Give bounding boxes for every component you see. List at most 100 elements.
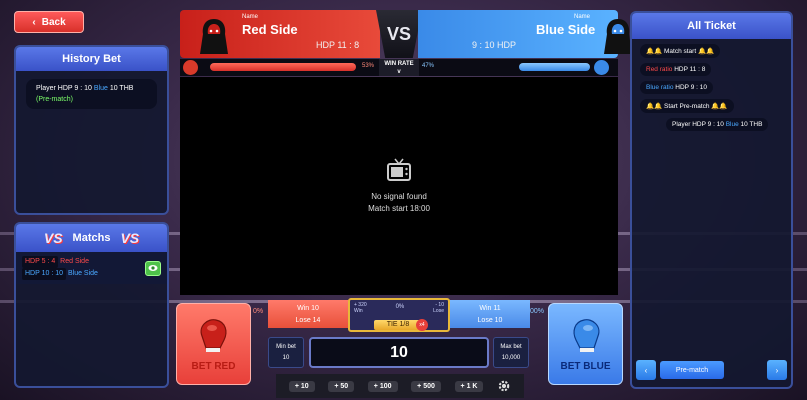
blue-lose-value: Lose 10 [477, 317, 503, 324]
match-start-text: Match start 18:00 [368, 204, 430, 213]
eye-icon[interactable] [145, 260, 161, 276]
match-row[interactable]: HDP 5 : 4 Red Side HDP 10 : 10 Blue Side [16, 252, 167, 284]
blue-win-lose-box[interactable]: Win 11 Lose 10 [450, 300, 530, 328]
ticket-footer: ‹ Pre-match › [636, 359, 787, 381]
red-win-value: Win 10 [297, 305, 319, 312]
chevron-right-icon: › [775, 365, 779, 375]
min-bet-value: 10 [282, 355, 290, 361]
vs-logo-icon: VS [43, 230, 63, 246]
tie-bet-box[interactable]: + 320 Win 0% - 10 Lose TIE 1/8 x4 [348, 298, 450, 332]
red-win-lose-box[interactable]: Win 10 Lose 14 [268, 300, 348, 328]
bet-blue-button[interactable]: BET BLUE [548, 303, 623, 385]
blue-ratio-value: HDP 9 : 10 [675, 84, 707, 91]
red-side-banner: Name Red Side HDP 11 : 8 [180, 10, 380, 58]
chip-1k-button[interactable]: + 1 K [454, 380, 484, 392]
bet-blue-label: BET BLUE [560, 361, 611, 372]
red-ratio-value: HDP 11 : 8 [674, 66, 706, 73]
blue-win-value: Win 11 [479, 305, 501, 312]
bet-red-button[interactable]: BET RED [176, 303, 251, 385]
blue-glove-icon [594, 60, 609, 75]
min-bet-box: Min bet 10 [268, 337, 304, 368]
bet-red-label: BET RED [191, 361, 236, 372]
tie-left-col: + 320 Win [354, 302, 367, 314]
history-bet-title: History Bet [16, 47, 167, 71]
bet-amount-input[interactable] [309, 337, 489, 368]
chevron-left-icon: ‹ [644, 365, 648, 375]
tie-label: TIE 1/8 [374, 320, 422, 330]
red-lose-value: Lose 14 [295, 317, 321, 324]
min-bet-label: Min bet [276, 344, 296, 350]
player-ticket-team: Blue [725, 121, 739, 128]
red-ratio-label: Red ratio [646, 66, 673, 73]
video-stream: No signal found Match start 18:00 [180, 77, 618, 295]
history-bet-panel: History Bet Player HDP 9 : 10 Blue 10 TH… [14, 45, 169, 215]
tie-right-bottom: Lose [433, 308, 444, 314]
match-hdp-red: HDP 5 : 4 [22, 256, 59, 268]
history-entry-stage: (Pre-match) [36, 96, 73, 103]
ticket-message: 🔔🔔 Start Pre-match 🔔🔔 [640, 99, 734, 113]
match-hdp-blue: HDP 10 : 10 [22, 268, 67, 280]
history-entry: Player HDP 9 : 10 Blue 10 THB (Pre-match… [26, 79, 157, 109]
tie-top-row: + 320 Win 0% - 10 Lose [350, 300, 448, 316]
red-hdp: HDP 11 : 8 [316, 40, 360, 50]
tie-center-pct: 0% [395, 304, 405, 310]
history-entry-hdp: Player HDP 9 : 10 [36, 85, 92, 92]
max-bet-label: Max bet [500, 344, 522, 350]
all-ticket-panel: All Ticket 🔔🔔 Match start 🔔🔔 Red ratio H… [630, 11, 793, 389]
history-entry-amount: 10 THB [109, 85, 134, 92]
prev-button[interactable]: ‹ [636, 360, 656, 380]
red-win-pct: 53% [362, 63, 375, 69]
pre-match-button[interactable]: Pre-match [660, 361, 724, 379]
match-side-blue: Blue Side [67, 270, 98, 277]
red-side-name: Red Side [242, 22, 298, 37]
red-fighter-icon [200, 19, 228, 54]
win-rate-label-box: WIN RATE v [379, 59, 419, 76]
ticket-message: 🔔🔔 Match start 🔔🔔 [640, 44, 721, 58]
vs-badge: VS [376, 10, 422, 58]
ticket-message: Red ratio HDP 11 : 8 [640, 63, 712, 76]
red-name-label: Name [242, 14, 259, 20]
chip-500-button[interactable]: + 500 [411, 380, 441, 392]
blue-hdp: 9 : 10 HDP [472, 40, 517, 50]
blue-ratio-label: Blue ratio [646, 84, 674, 91]
red-boxing-glove-icon [200, 319, 226, 352]
back-button[interactable]: ‹ Back [14, 11, 84, 33]
red-side-percent: 0% [253, 308, 264, 315]
no-signal-text: No signal found [371, 192, 427, 201]
blue-name-label: Name [574, 14, 591, 20]
blue-win-pct: 47% [422, 63, 435, 69]
back-label: Back [41, 16, 66, 28]
matches-title: Matchs [72, 232, 111, 244]
vs-logo-icon: VS [120, 230, 140, 246]
fight-header: Name Red Side HDP 11 : 8 VS 9 : 10 HDP N… [180, 10, 632, 58]
max-bet-value: 10,000 [501, 355, 521, 361]
tv-icon [387, 158, 411, 181]
blue-side-percent: 00% [530, 308, 545, 315]
ticket-messages: 🔔🔔 Match start 🔔🔔 Red ratio HDP 11 : 8 B… [632, 39, 791, 131]
gear-icon[interactable] [497, 379, 511, 393]
next-button[interactable]: › [767, 360, 787, 380]
match-lines: HDP 5 : 4 Red Side HDP 10 : 10 Blue Side [22, 256, 98, 280]
all-ticket-title: All Ticket [632, 13, 791, 39]
win-rate-chevron-icon: v [397, 69, 401, 75]
max-bet-box: Max bet 10,000 [493, 337, 529, 368]
chip-bar: + 10 + 50 + 100 + 500 + 1 K [276, 374, 524, 398]
player-ticket-hdp: Player HDP 9 : 10 [672, 121, 724, 128]
red-glove-icon [183, 60, 198, 75]
matches-header: VS Matchs VS [16, 224, 167, 252]
player-ticket-message: Player HDP 9 : 10 Blue 10 THB [666, 118, 769, 131]
matches-panel: VS Matchs VS HDP 5 : 4 Red Side HDP 10 :… [14, 222, 169, 388]
win-rate-bar: 53% WIN RATE v 47% [180, 59, 618, 76]
blue-win-rate-fill [519, 63, 590, 71]
chip-10-button[interactable]: + 10 [288, 380, 315, 392]
tie-multiplier-badge: x4 [416, 319, 428, 331]
blue-side-banner: 9 : 10 HDP Name Blue Side [418, 10, 632, 58]
blue-side-name: Blue Side [536, 22, 596, 37]
chip-100-button[interactable]: + 100 [367, 380, 398, 392]
chip-50-button[interactable]: + 50 [328, 380, 355, 392]
win-rate-label: WIN RATE [384, 61, 414, 67]
tie-right-col: - 10 Lose [433, 302, 444, 314]
history-entry-team: Blue [93, 85, 108, 92]
red-win-rate-fill [210, 63, 356, 71]
player-ticket-amount: 10 THB [740, 121, 763, 128]
